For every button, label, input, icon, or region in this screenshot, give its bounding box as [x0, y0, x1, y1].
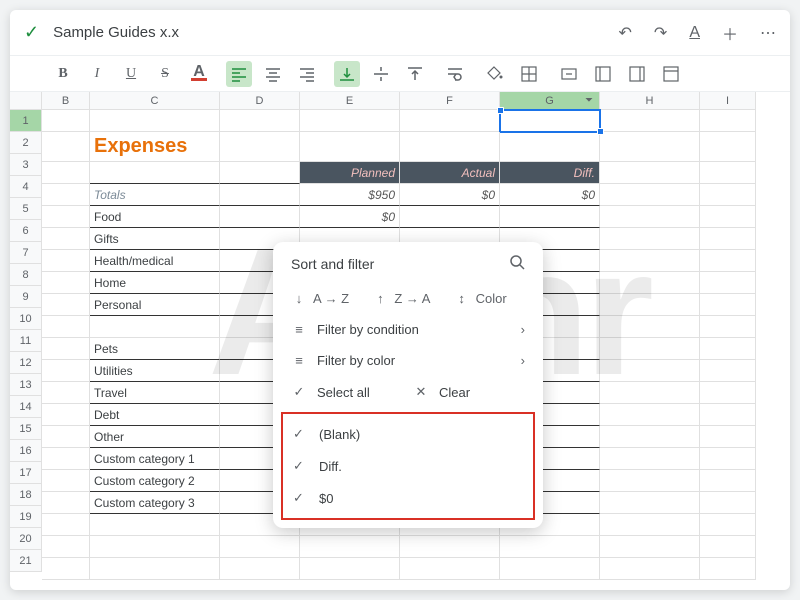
- merge-cells-button[interactable]: [556, 61, 582, 87]
- row-1[interactable]: 1: [10, 110, 42, 132]
- align-left-button[interactable]: [226, 61, 252, 87]
- check-icon: ✓: [291, 384, 307, 400]
- row-21[interactable]: 21: [10, 550, 42, 572]
- corner-cell[interactable]: [10, 92, 42, 110]
- redo-button[interactable]: ↷: [654, 23, 667, 43]
- text-color-button[interactable]: A: [186, 61, 212, 87]
- col-d[interactable]: D: [220, 92, 300, 110]
- row-18[interactable]: 18: [10, 484, 42, 506]
- row-16[interactable]: 16: [10, 440, 42, 462]
- search-icon[interactable]: [509, 254, 525, 273]
- row-7[interactable]: 7: [10, 242, 42, 264]
- toolbar: B I U S A: [10, 56, 790, 92]
- sort-color-button[interactable]: ↕Color: [454, 291, 525, 306]
- panel-title: Sort and filter: [291, 256, 509, 272]
- selected-cell[interactable]: [500, 110, 600, 132]
- row-8[interactable]: 8: [10, 264, 42, 286]
- col-e[interactable]: E: [300, 92, 400, 110]
- filter-icon: ≡: [291, 322, 307, 337]
- sort-za-button[interactable]: ↑Z → A: [372, 291, 443, 306]
- hdr-planned[interactable]: Planned: [300, 162, 400, 184]
- filter-value-blank[interactable]: ✓(Blank): [283, 418, 533, 450]
- check-icon: ✓: [293, 458, 307, 474]
- insert-right-button[interactable]: [624, 61, 650, 87]
- borders-button[interactable]: [516, 61, 542, 87]
- close-icon: ✕: [413, 384, 429, 400]
- strikethrough-button[interactable]: S: [152, 61, 178, 87]
- row-19[interactable]: 19: [10, 506, 42, 528]
- row-13[interactable]: 13: [10, 374, 42, 396]
- filter-icon: ⏷: [585, 95, 593, 106]
- select-all-button[interactable]: ✓Select all: [291, 384, 403, 400]
- fill-color-button[interactable]: [482, 61, 508, 87]
- check-icon: ✓: [293, 490, 307, 506]
- valign-middle-button[interactable]: [368, 61, 394, 87]
- align-right-button[interactable]: [294, 61, 320, 87]
- column-headers: B C D E F G⏷ H I: [10, 92, 790, 110]
- selection-handle-bottom[interactable]: [597, 128, 604, 135]
- row-9[interactable]: 9: [10, 286, 42, 308]
- row-12[interactable]: 12: [10, 352, 42, 374]
- align-center-button[interactable]: [260, 61, 286, 87]
- selection-handle-top[interactable]: [497, 107, 504, 114]
- row-2[interactable]: 2: [10, 132, 42, 154]
- row-5[interactable]: 5: [10, 198, 42, 220]
- row-20[interactable]: 20: [10, 528, 42, 550]
- row-11[interactable]: 11: [10, 330, 42, 352]
- row-4[interactable]: 4: [10, 176, 42, 198]
- col-f[interactable]: F: [400, 92, 500, 110]
- sort-az-button[interactable]: ↓A → Z: [291, 291, 362, 306]
- hdr-actual[interactable]: Actual: [400, 162, 500, 184]
- expenses-title[interactable]: Expenses: [90, 132, 220, 162]
- col-b[interactable]: B: [42, 92, 90, 110]
- row-6[interactable]: 6: [10, 220, 42, 242]
- sort-filter-panel: Sort and filter ↓A → Z ↑Z → A ↕Color ≡Fi…: [273, 242, 543, 528]
- col-g[interactable]: G⏷: [500, 92, 600, 110]
- row-15[interactable]: 15: [10, 418, 42, 440]
- spreadsheet-app: ✓ Sample Guides x.x ↶ ↷ A ＋ ⋯ B I U S A: [10, 10, 790, 590]
- undo-button[interactable]: ↶: [619, 23, 632, 43]
- clear-button[interactable]: ✕Clear: [413, 384, 525, 400]
- underline-button[interactable]: U: [118, 61, 144, 87]
- filter-by-condition-row[interactable]: ≡Filter by condition ›: [273, 314, 543, 345]
- insert-top-button[interactable]: [658, 61, 684, 87]
- chevron-right-icon: ›: [521, 322, 525, 337]
- row-3[interactable]: 3: [10, 154, 42, 176]
- col-i[interactable]: I: [700, 92, 756, 110]
- filter-icon: ≡: [291, 353, 307, 368]
- filter-value-zero[interactable]: ✓$0: [283, 482, 533, 514]
- wrap-text-button[interactable]: [442, 61, 468, 87]
- valign-bottom-button[interactable]: [334, 61, 360, 87]
- italic-button[interactable]: I: [84, 61, 110, 87]
- bold-button[interactable]: B: [50, 61, 76, 87]
- more-button[interactable]: ⋯: [760, 23, 776, 43]
- hdr-diff[interactable]: Diff.: [500, 162, 600, 184]
- insert-left-button[interactable]: [590, 61, 616, 87]
- row-headers: 1 2 3 4 5 6 7 8 9 10 11 12 13 14 15 16 1…: [10, 110, 42, 580]
- filter-value-diff[interactable]: ✓Diff.: [283, 450, 533, 482]
- chevron-right-icon: ›: [521, 353, 525, 368]
- valign-top-button[interactable]: [402, 61, 428, 87]
- row-17[interactable]: 17: [10, 462, 42, 484]
- totals-label[interactable]: Totals: [90, 184, 220, 206]
- col-c[interactable]: C: [90, 92, 220, 110]
- check-icon: ✓: [24, 22, 39, 43]
- row-14[interactable]: 14: [10, 396, 42, 418]
- add-button[interactable]: ＋: [722, 21, 738, 45]
- title-bar: ✓ Sample Guides x.x ↶ ↷ A ＋ ⋯: [10, 10, 790, 56]
- document-title[interactable]: Sample Guides x.x: [53, 24, 596, 41]
- col-h[interactable]: H: [600, 92, 700, 110]
- text-format-button[interactable]: A: [689, 24, 700, 42]
- check-icon: ✓: [293, 426, 307, 442]
- filter-values-box: ✓(Blank) ✓Diff. ✓$0: [281, 412, 535, 520]
- filter-by-color-row[interactable]: ≡Filter by color ›: [273, 345, 543, 376]
- row-10[interactable]: 10: [10, 308, 42, 330]
